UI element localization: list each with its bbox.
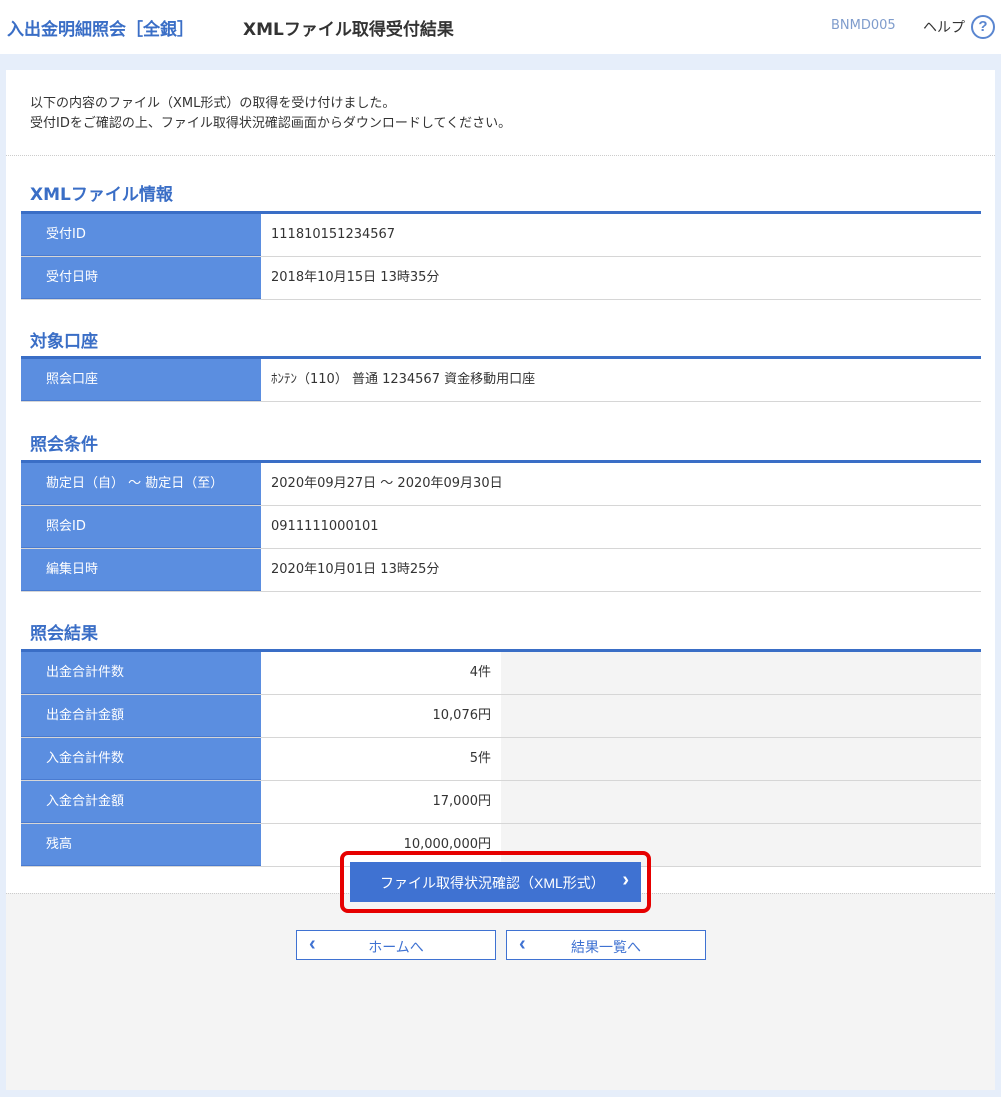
screen-code: BNMD005 bbox=[831, 18, 896, 33]
blank-cell bbox=[501, 738, 981, 780]
button-area bbox=[6, 893, 995, 1090]
button-label: ファイル取得状況確認（XML形式） bbox=[380, 875, 605, 891]
content-panel: 以下の内容のファイル（XML形式）の取得を受け付けました。 受付IDをご確認の上… bbox=[6, 70, 995, 1090]
app-title: 入出金明細照会［全銀］ bbox=[7, 20, 194, 40]
row-label: 照会口座 bbox=[21, 359, 261, 401]
row-label: 入金合計件数 bbox=[21, 738, 261, 780]
chevron-right-icon: › bbox=[622, 869, 629, 891]
button-label: 結果一覧へ bbox=[571, 939, 641, 955]
section-title-conditions: 照会条件 bbox=[30, 435, 98, 455]
row-value: 17,000円 bbox=[261, 781, 501, 823]
row-label: 残高 bbox=[21, 824, 261, 866]
divider bbox=[6, 155, 995, 156]
row-value: 2020年09月27日 ～ 2020年09月30日 bbox=[271, 476, 503, 491]
row-value: 111810151234567 bbox=[271, 227, 396, 242]
page-title: XMLファイル取得受付結果 bbox=[243, 20, 454, 40]
table-row: 出金合計金額 10,076円 bbox=[21, 695, 981, 738]
row-value: 10,076円 bbox=[261, 695, 501, 737]
button-label: ホームへ bbox=[368, 939, 424, 955]
row-label: 出金合計金額 bbox=[21, 695, 261, 737]
blank-cell bbox=[501, 652, 981, 694]
table-row: 照会ID 0911111000101 bbox=[21, 506, 981, 549]
section-title-account: 対象口座 bbox=[30, 332, 98, 352]
account-table: 照会口座 ﾎﾝﾃﾝ（110） 普通 1234567 資金移動用口座 bbox=[21, 356, 981, 402]
table-row: 入金合計金額 17,000円 bbox=[21, 781, 981, 824]
home-button[interactable]: ‹ ホームへ bbox=[296, 930, 496, 960]
xml-info-table: 受付ID 111810151234567 受付日時 2018年10月15日 13… bbox=[21, 211, 981, 300]
conditions-table: 勘定日（自） ～ 勘定日（至） 2020年09月27日 ～ 2020年09月30… bbox=[21, 460, 981, 592]
file-status-check-button[interactable]: ファイル取得状況確認（XML形式） › bbox=[350, 862, 641, 902]
row-value: 5件 bbox=[261, 738, 501, 780]
result-list-button[interactable]: ‹ 結果一覧へ bbox=[506, 930, 706, 960]
results-table: 出金合計件数 4件 出金合計金額 10,076円 入金合計件数 5件 入金合計金… bbox=[21, 649, 981, 867]
blank-cell bbox=[501, 695, 981, 737]
row-label: 出金合計件数 bbox=[21, 652, 261, 694]
row-label: 勘定日（自） ～ 勘定日（至） bbox=[21, 463, 261, 505]
help-icon[interactable]: ? bbox=[971, 15, 995, 39]
row-value: 2020年10月01日 13時25分 bbox=[271, 562, 440, 577]
help-link[interactable]: ヘルプ bbox=[923, 17, 965, 37]
section-title-xml-info: XMLファイル情報 bbox=[30, 185, 173, 205]
row-value: 0911111000101 bbox=[271, 519, 379, 534]
table-row: 出金合計件数 4件 bbox=[21, 652, 981, 695]
row-value: 4件 bbox=[261, 652, 501, 694]
header: 入出金明細照会［全銀］ XMLファイル取得受付結果 BNMD005 ヘルプ ? bbox=[0, 0, 1001, 54]
table-row: 編集日時 2020年10月01日 13時25分 bbox=[21, 549, 981, 592]
table-row: 入金合計件数 5件 bbox=[21, 738, 981, 781]
row-label: 受付日時 bbox=[21, 257, 261, 299]
table-row: 受付日時 2018年10月15日 13時35分 bbox=[21, 257, 981, 300]
intro-message: 以下の内容のファイル（XML形式）の取得を受け付けました。 受付IDをご確認の上… bbox=[30, 94, 511, 134]
row-label: 照会ID bbox=[21, 506, 261, 548]
row-label: 入金合計金額 bbox=[21, 781, 261, 823]
table-row: 照会口座 ﾎﾝﾃﾝ（110） 普通 1234567 資金移動用口座 bbox=[21, 359, 981, 402]
section-title-results: 照会結果 bbox=[30, 624, 98, 644]
row-value: 2018年10月15日 13時35分 bbox=[271, 270, 440, 285]
blank-cell bbox=[501, 781, 981, 823]
row-label: 受付ID bbox=[21, 214, 261, 256]
table-row: 受付ID 111810151234567 bbox=[21, 214, 981, 257]
row-label: 編集日時 bbox=[21, 549, 261, 591]
intro-line-2: 受付IDをご確認の上、ファイル取得状況確認画面からダウンロードしてください。 bbox=[30, 116, 512, 131]
intro-line-1: 以下の内容のファイル（XML形式）の取得を受け付けました。 bbox=[30, 96, 396, 111]
row-value: ﾎﾝﾃﾝ（110） 普通 1234567 資金移動用口座 bbox=[271, 372, 536, 387]
table-row: 勘定日（自） ～ 勘定日（至） 2020年09月27日 ～ 2020年09月30… bbox=[21, 463, 981, 506]
